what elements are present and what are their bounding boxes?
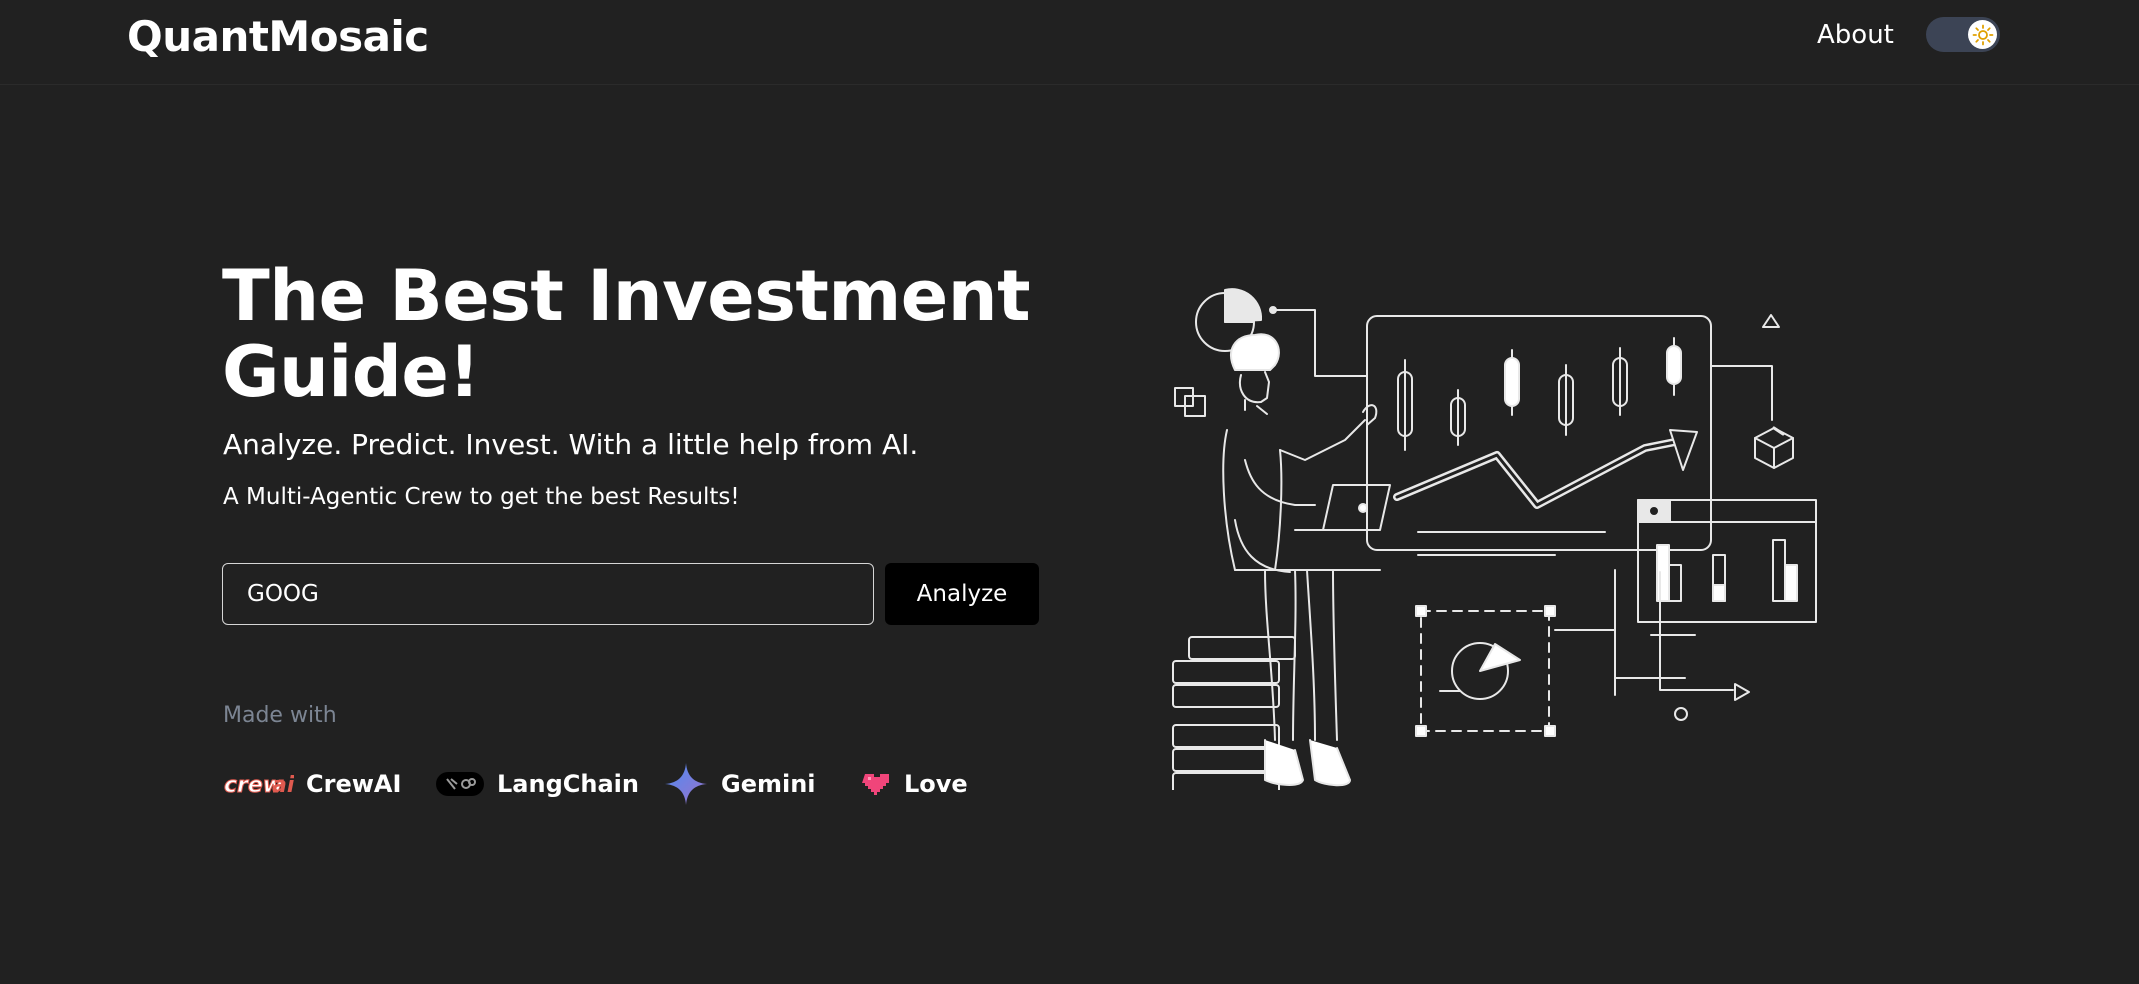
credit-label-crewai: CrewAI <box>306 770 402 798</box>
svg-text:ai: ai <box>272 773 294 798</box>
crewai-logo-icon: crew ai <box>224 773 295 799</box>
pixel-heart-icon <box>862 774 889 795</box>
toggle-knob <box>1968 20 1997 49</box>
made-with-heading: Made with <box>223 703 337 728</box>
brand-logo[interactable]: QuantMosaic <box>127 12 429 61</box>
investment-analytics-illustration <box>1172 288 1817 790</box>
credit-langchain: LangChain <box>435 764 639 804</box>
hero-tagline: A Multi-Agentic Crew to get the best Res… <box>223 484 740 510</box>
book-stack <box>1172 636 1296 790</box>
credit-label-gemini: Gemini <box>721 770 816 798</box>
navbar: QuantMosaic About <box>0 0 2139 85</box>
selection-box <box>1415 605 1556 737</box>
bar-chart-window <box>1637 499 1817 636</box>
credit-love: Love <box>862 764 968 804</box>
credit-label-langchain: LangChain <box>497 770 639 798</box>
hero-subtitle: Analyze. Predict. Invest. With a little … <box>223 428 919 461</box>
credit-label-love: Love <box>904 770 968 798</box>
candlestick-icons <box>1397 337 1682 451</box>
credit-crewai: crew ai CrewAI <box>222 764 402 804</box>
ticker-input[interactable] <box>222 563 874 625</box>
credit-gemini: Gemini <box>663 763 816 805</box>
analyze-button[interactable]: Analyze <box>885 563 1039 625</box>
hero-title: The Best Investment Guide! <box>222 255 1031 413</box>
sun-icon <box>1972 24 1993 45</box>
cube-icon <box>1754 426 1794 469</box>
theme-toggle[interactable] <box>1926 17 2000 52</box>
about-link[interactable]: About <box>1817 20 1894 50</box>
person-figure <box>1222 333 1391 787</box>
langchain-logo-icon <box>436 772 484 796</box>
gemini-star-icon <box>665 763 707 805</box>
